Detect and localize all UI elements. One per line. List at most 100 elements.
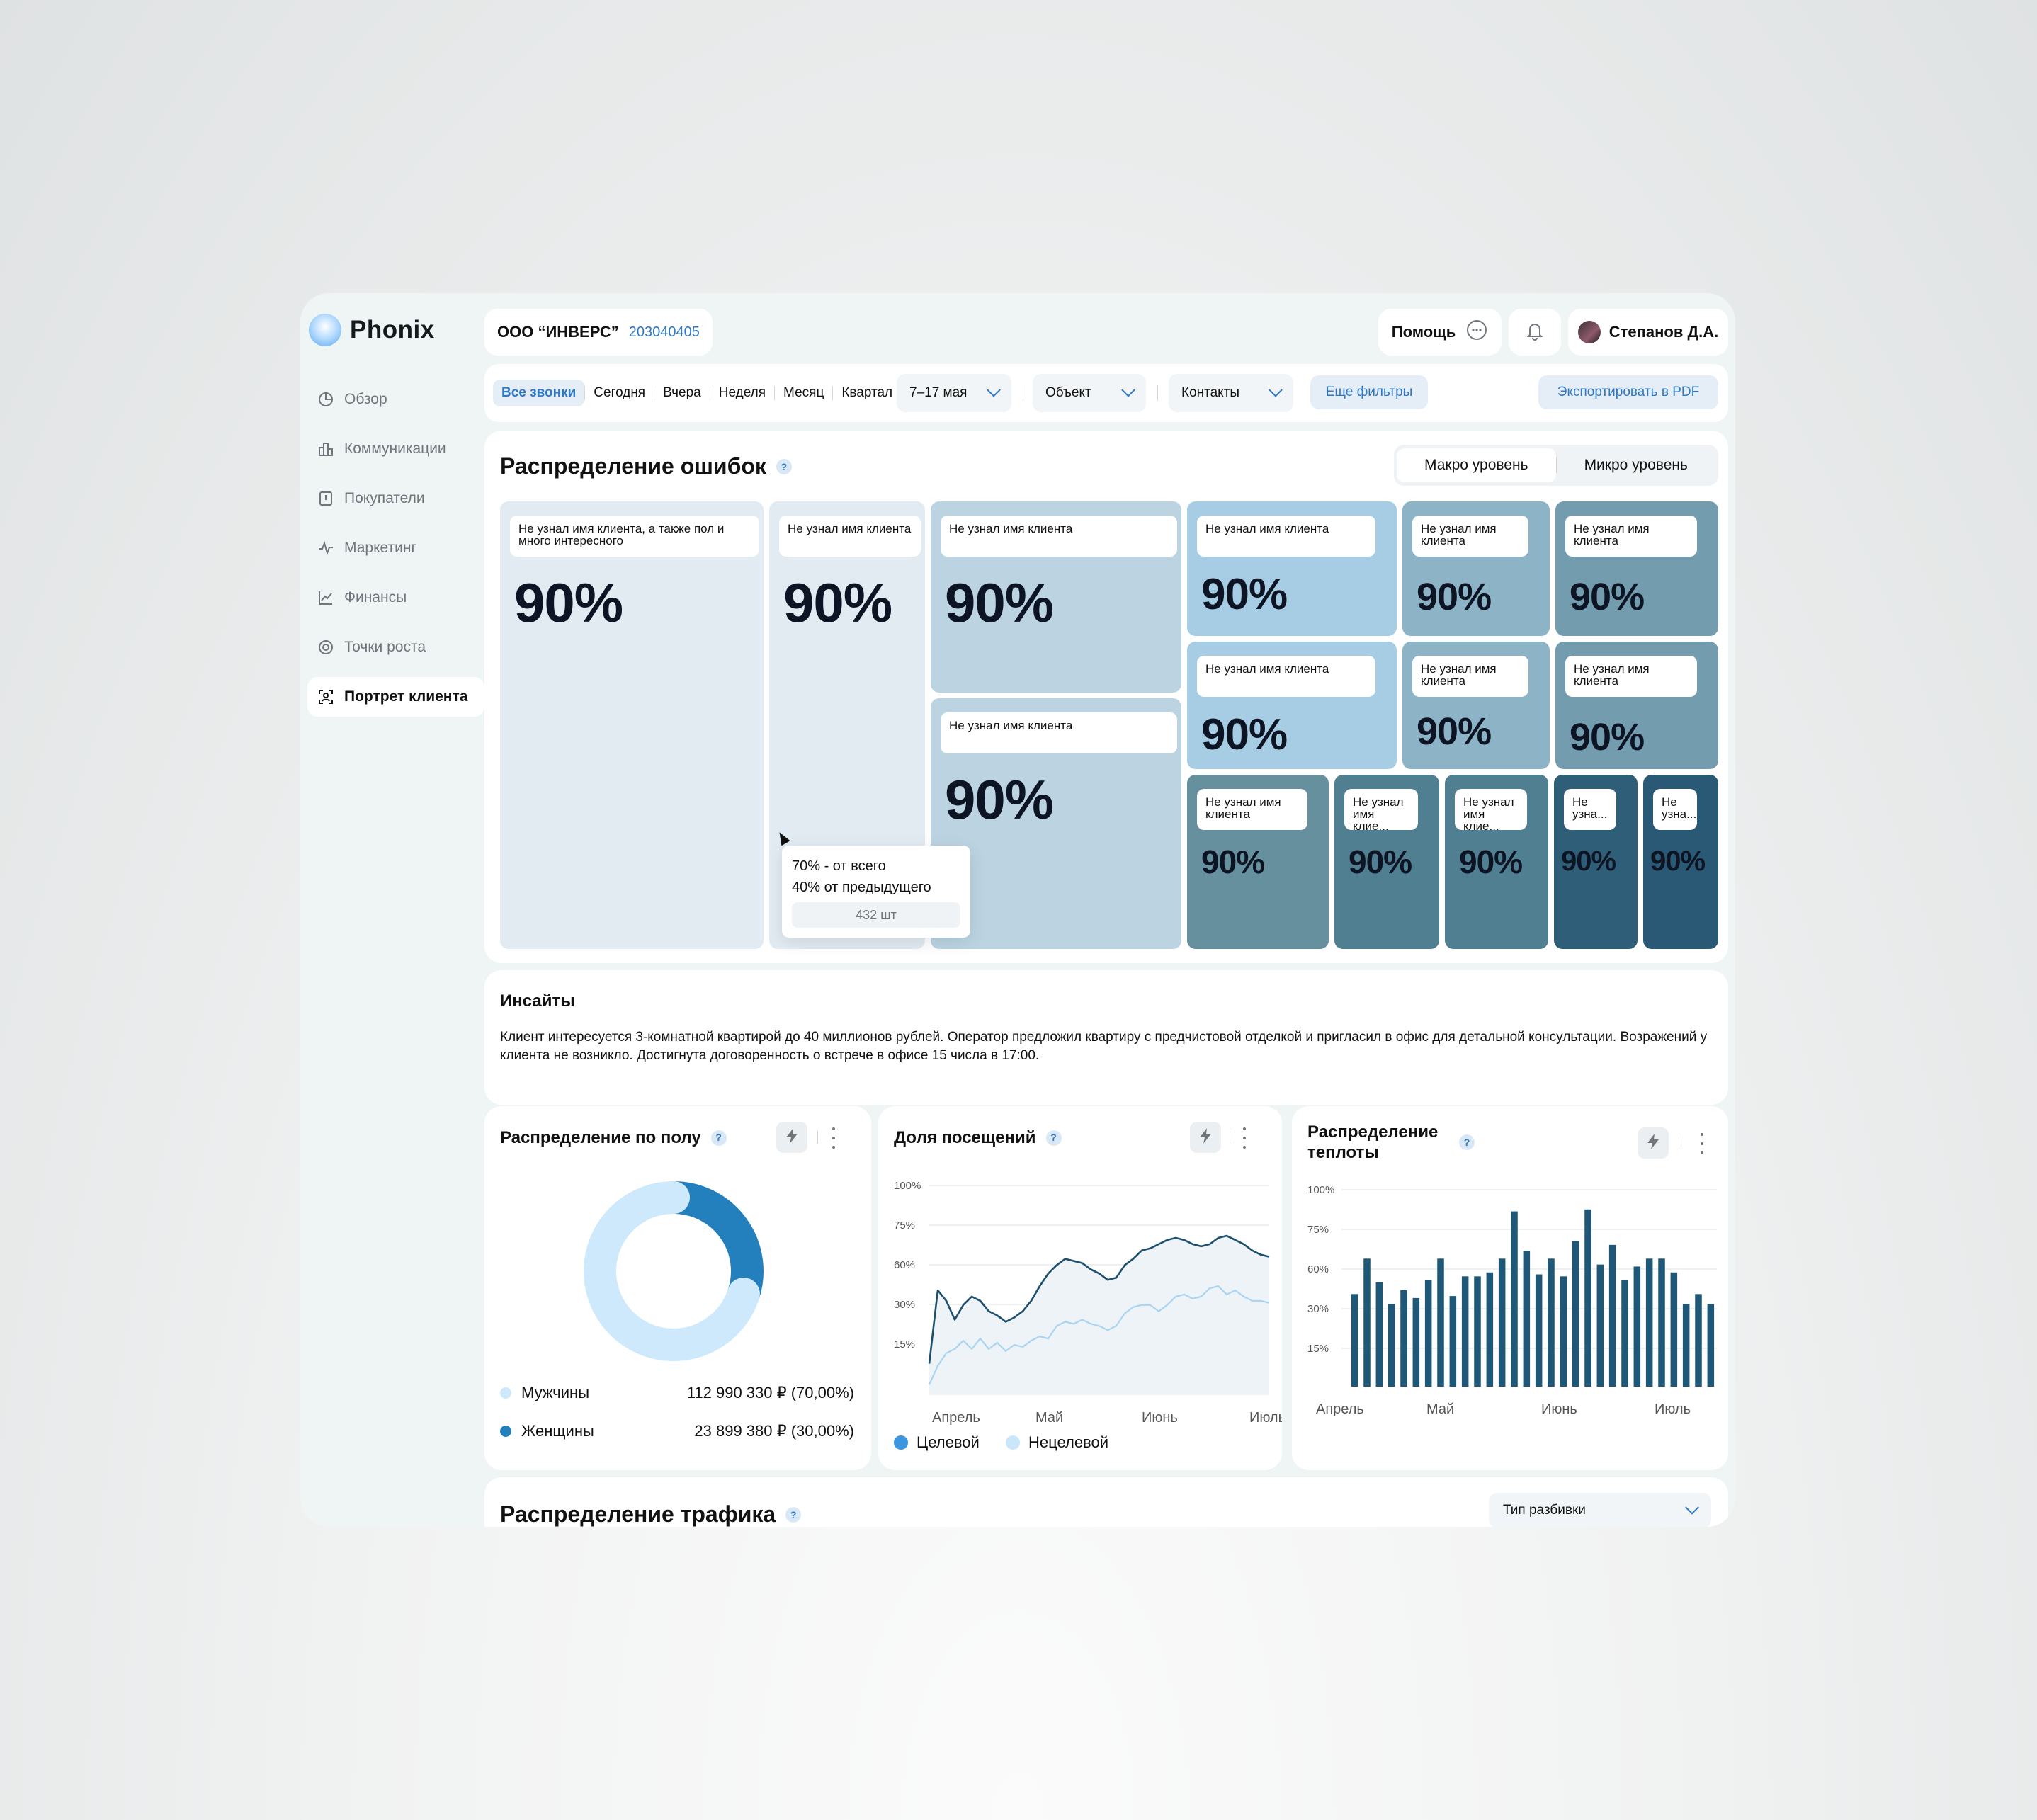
warmth-bar[interactable]: [1486, 1272, 1494, 1387]
warmth-bar[interactable]: [1474, 1276, 1481, 1387]
object-dropdown[interactable]: Объект: [1033, 374, 1146, 412]
error-tile[interactable]: Не узнал имя клиента 90%: [931, 501, 1181, 693]
error-tile[interactable]: Не узнал имя клиента 90%: [1555, 642, 1718, 769]
error-tile[interactable]: Не узнал имя клиента 90%: [1402, 642, 1550, 769]
y-tick-label: 30%: [1307, 1303, 1329, 1315]
warmth-title: Распределение теплоты ?: [1307, 1122, 1520, 1163]
chevron-down-icon: [1121, 382, 1135, 397]
notifications-button[interactable]: [1509, 309, 1561, 356]
warmth-card: Распределение теплоты ? 15% 30% 60% 75% 100%…: [1292, 1106, 1728, 1470]
gender-donut-chart: [584, 1181, 764, 1361]
error-tile[interactable]: Не узнал имя клиента 90%: [1187, 775, 1329, 949]
warmth-bar[interactable]: [1658, 1258, 1665, 1387]
warmth-bar[interactable]: [1572, 1241, 1579, 1387]
error-tile[interactable]: Не узна... 90%: [1643, 775, 1718, 949]
warmth-bar[interactable]: [1707, 1304, 1715, 1387]
tab-all-calls[interactable]: Все звонки: [493, 380, 585, 406]
ai-bolt-button[interactable]: [1190, 1122, 1221, 1153]
user-menu[interactable]: Степанов Д.А.: [1568, 309, 1728, 356]
error-tile-value: 90%: [945, 768, 1054, 831]
error-tile[interactable]: Не узна... 90%: [1554, 775, 1638, 949]
tab-month[interactable]: Месяц: [775, 380, 832, 406]
error-tile-value: 90%: [1570, 716, 1645, 758]
error-tile[interactable]: Не узнал имя клиента 90%: [1187, 642, 1397, 769]
help-icon[interactable]: ?: [710, 1130, 727, 1146]
sidebar-item-portrait[interactable]: Портрет клиента: [307, 677, 484, 717]
warmth-bar[interactable]: [1695, 1294, 1702, 1387]
more-menu-icon[interactable]: [1241, 1127, 1248, 1149]
error-tile[interactable]: Не узнал имя клиента 90%: [1555, 501, 1718, 636]
user-name: Степанов Д.А.: [1608, 323, 1719, 341]
sidebar-item-communications[interactable]: Коммуникации: [307, 429, 484, 469]
warmth-bar[interactable]: [1449, 1296, 1457, 1387]
error-tile[interactable]: Не узнал имя клиента 90%: [1402, 501, 1550, 636]
more-filters-button[interactable]: Еще фильтры: [1310, 375, 1428, 409]
ai-bolt-button[interactable]: [776, 1122, 807, 1153]
date-range-dropdown[interactable]: 7–17 мая: [897, 374, 1011, 412]
sidebar-item-growth[interactable]: Точки роста: [307, 627, 484, 667]
warmth-bar[interactable]: [1596, 1264, 1604, 1387]
warmth-bar[interactable]: [1437, 1258, 1444, 1387]
warmth-bar[interactable]: [1633, 1266, 1641, 1387]
tab-quarter[interactable]: Квартал: [833, 380, 901, 406]
warmth-bar[interactable]: [1548, 1258, 1555, 1387]
warmth-bar[interactable]: [1511, 1211, 1518, 1387]
warmth-bar[interactable]: [1584, 1209, 1591, 1387]
sidebar-item-marketing[interactable]: Маркетинг: [307, 528, 484, 568]
help-icon[interactable]: ?: [1459, 1134, 1475, 1150]
logo[interactable]: Phonix: [309, 309, 435, 351]
error-tile[interactable]: Не узнал имя клиента, а также пол и мног…: [500, 501, 764, 949]
company-inn: 203040405: [628, 324, 700, 340]
object-value: Объект: [1045, 385, 1091, 400]
warmth-bar[interactable]: [1412, 1297, 1420, 1387]
logo-icon: [309, 314, 341, 346]
more-menu-icon[interactable]: [830, 1127, 837, 1149]
split-type-dropdown[interactable]: Тип разбивки: [1489, 1493, 1711, 1527]
warmth-bar-chart: 15% 30% 60% 75% 100% Апрель Май Июнь Июль: [1307, 1184, 1717, 1417]
traffic-card: Распределение трафика ? Тип разбивки: [484, 1477, 1728, 1527]
warmth-bar[interactable]: [1400, 1290, 1407, 1387]
error-tile[interactable]: Не узнал имя клиента 90%: [1187, 501, 1397, 636]
warmth-bar[interactable]: [1498, 1258, 1506, 1387]
warmth-bar[interactable]: [1363, 1258, 1371, 1387]
sidebar-item-label: Обзор: [344, 391, 387, 407]
buildings-icon: [317, 440, 334, 457]
sidebar-item-label: Маркетинг: [344, 540, 417, 556]
sidebar-item-label: Финансы: [344, 589, 407, 605]
error-tile[interactable]: Не узнал имя клие... 90%: [1334, 775, 1439, 949]
tooltip-share-total: 70% - от всего: [792, 858, 886, 874]
tab-today[interactable]: Сегодня: [585, 380, 654, 406]
period-tabs: Все звонки Сегодня Вчера Неделя Месяц Кв…: [493, 377, 901, 409]
sidebar-item-overview[interactable]: Обзор: [307, 380, 484, 419]
chevron-down-icon: [1269, 382, 1283, 397]
company-selector[interactable]: ООО “ИНВЕРС” 203040405: [484, 309, 713, 356]
warmth-bar[interactable]: [1560, 1276, 1567, 1387]
sidebar-item-customers[interactable]: Покупатели: [307, 479, 484, 518]
warmth-bar[interactable]: [1461, 1276, 1469, 1387]
contacts-dropdown[interactable]: Контакты: [1169, 374, 1293, 412]
warmth-bar[interactable]: [1523, 1251, 1531, 1387]
help-icon[interactable]: ?: [785, 1506, 802, 1523]
warmth-bar[interactable]: [1351, 1294, 1358, 1387]
warmth-bar[interactable]: [1682, 1304, 1690, 1387]
warmth-bar[interactable]: [1608, 1244, 1616, 1387]
help-button[interactable]: Помощь: [1378, 309, 1502, 356]
export-pdf-button[interactable]: Экспортировать в PDF: [1538, 375, 1718, 409]
error-tile-value: 90%: [1417, 576, 1492, 618]
sidebar-item-finance[interactable]: Финансы: [307, 578, 484, 618]
help-icon[interactable]: ?: [1045, 1130, 1062, 1146]
warmth-bar[interactable]: [1424, 1280, 1432, 1387]
error-tile[interactable]: Не узнал имя клие... 90%: [1445, 775, 1548, 949]
warmth-bar[interactable]: [1535, 1274, 1543, 1387]
tab-yesterday[interactable]: Вчера: [654, 380, 710, 406]
visits-line-chart: 15% 30% 60% 75% 100% Апрель Май Июнь Июль: [894, 1180, 1282, 1425]
warmth-bar[interactable]: [1670, 1272, 1678, 1387]
y-tick-label: 30%: [894, 1299, 915, 1311]
warmth-bar[interactable]: [1375, 1282, 1383, 1387]
warmth-bar[interactable]: [1621, 1280, 1628, 1387]
warmth-bar[interactable]: [1645, 1258, 1653, 1387]
ai-bolt-button[interactable]: [1638, 1127, 1669, 1159]
warmth-bar[interactable]: [1388, 1304, 1395, 1387]
tab-week[interactable]: Неделя: [710, 380, 774, 406]
more-menu-icon[interactable]: [1698, 1133, 1706, 1154]
